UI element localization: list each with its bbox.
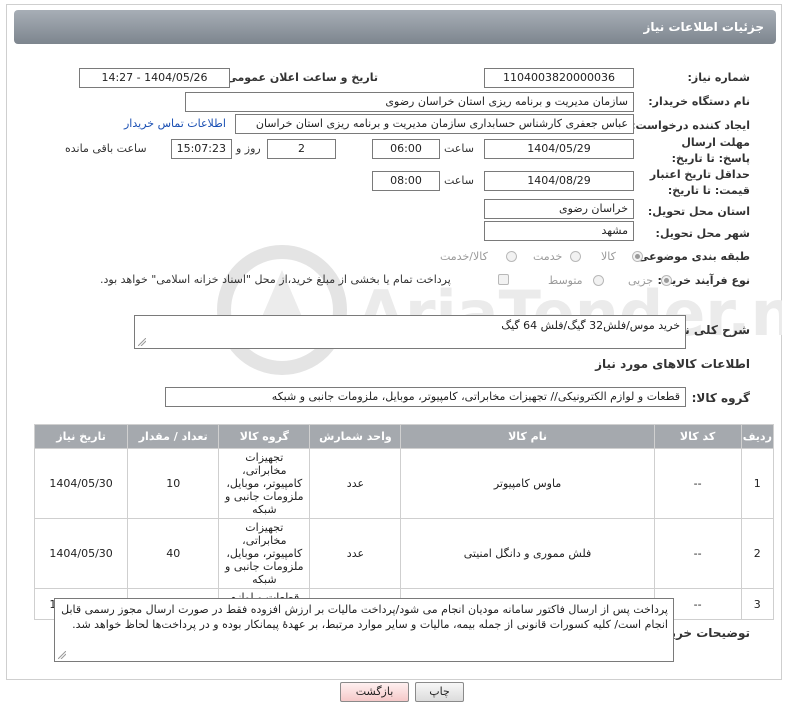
buyer-notes-text: پرداخت پس از ارسال فاکتور سامانه مودیان …: [61, 603, 668, 631]
subject-category-label: طبقه بندی موضوعی:: [633, 250, 750, 263]
process-medium-label: متوسط: [548, 274, 583, 287]
cell-goods-name: فلش مموری و دانگل امنیتی: [400, 518, 655, 589]
remaining-time-field[interactable]: 15:07:23: [171, 139, 232, 159]
goods-group-field[interactable]: قطعات و لوازم الکترونیکی// تجهیزات مخابر…: [165, 387, 686, 407]
category-goods-label: کالا: [601, 250, 616, 263]
min-validity-label: حداقل تاریخ اعتبار قیمت: تا تاریخ:: [649, 168, 750, 197]
delivery-city-field[interactable]: مشهد: [484, 221, 634, 241]
cell-unit: عدد: [309, 518, 402, 589]
announce-datetime-field[interactable]: 1404/05/26 - 14:27: [79, 68, 230, 88]
cell-quantity: 10: [127, 448, 220, 519]
header-need-date: تاریخ نیاز: [33, 424, 129, 449]
category-service-label: خدمت: [533, 250, 563, 263]
cell-row-number: 2: [740, 518, 775, 589]
general-description-field[interactable]: خرید موس/فلش32 گیگ/فلش 64 گیگ: [134, 315, 686, 349]
process-minor-label: جزیی: [628, 274, 654, 287]
category-goods-radio[interactable]: [632, 251, 643, 262]
cell-goods-name: ماوس کامپیوتر: [400, 448, 655, 519]
header-quantity: تعداد / مقدار: [127, 424, 220, 449]
deadline-date-field[interactable]: 1404/05/29: [484, 139, 634, 159]
cell-goods-group: تجهیزات مخابراتی، کامپیوتر، موبایل، ملزو…: [218, 518, 311, 589]
general-description-text: خرید موس/فلش32 گیگ/فلش 64 گیگ: [501, 319, 680, 332]
min-validity-date-field[interactable]: 1404/08/29: [484, 171, 634, 191]
buyer-org-field[interactable]: سازمان مدیریت و برنامه ریزی استان خراسان…: [185, 92, 634, 112]
need-number-label: شماره نیاز:: [687, 71, 750, 84]
treasury-bonds-checkbox[interactable]: [498, 274, 509, 285]
requester-field[interactable]: عباس جعفری کارشناس حسابداری سازمان مدیری…: [235, 114, 634, 134]
deadline-time-label: ساعت: [444, 142, 474, 155]
requester-label: ایجاد کننده درخواست:: [631, 119, 750, 132]
table-row: 2 -- فلش مموری و دانگل امنیتی عدد تجهیزا…: [33, 518, 775, 589]
deadline-label: مهلت ارسال پاسخ: تا تاریخ:: [671, 136, 750, 165]
cell-goods-code: --: [653, 518, 742, 589]
cell-need-date: 1404/05/30: [33, 448, 129, 519]
page-title: جزئیات اطلاعات نیاز: [14, 10, 776, 44]
cell-need-date: 1404/05/30: [33, 518, 129, 589]
table-row: 1 -- ماوس کامپیوتر عدد تجهیزات مخابراتی،…: [33, 448, 775, 519]
buyer-org-label: نام دستگاه خریدار:: [648, 95, 750, 108]
resize-grip-icon[interactable]: [138, 338, 146, 346]
cell-goods-group: تجهیزات مخابراتی، کامپیوتر، موبایل، ملزو…: [218, 448, 311, 519]
buyer-notes-field[interactable]: پرداخت پس از ارسال فاکتور سامانه مودیان …: [54, 598, 674, 662]
header-goods-group: گروه کالا: [218, 424, 311, 449]
goods-table: ردیف کد کالا نام کالا واحد شمارش گروه کا…: [33, 424, 775, 620]
buyer-contact-link[interactable]: اطلاعات تماس خریدار: [124, 117, 226, 130]
process-medium-radio[interactable]: [593, 275, 604, 286]
header-unit: واحد شمارش: [309, 424, 402, 449]
cell-goods-code: --: [653, 448, 742, 519]
goods-table-header: ردیف کد کالا نام کالا واحد شمارش گروه کا…: [33, 424, 775, 449]
cell-quantity: 40: [127, 518, 220, 589]
remaining-time-label: ساعت باقی مانده: [65, 142, 147, 155]
header-row-number: ردیف: [740, 424, 775, 449]
delivery-province-field[interactable]: خراسان رضوی: [484, 199, 634, 219]
cell-row-number: 1: [740, 448, 775, 519]
process-minor-radio[interactable]: [661, 275, 672, 286]
need-number-field[interactable]: 1104003820000036: [484, 68, 634, 88]
header-goods-name: نام کالا: [400, 424, 655, 449]
delivery-province-label: استان محل تحویل:: [647, 205, 750, 218]
resize-grip-icon[interactable]: [58, 651, 66, 659]
category-goods-service-label: کالا/خدمت: [440, 250, 488, 263]
deadline-days-field[interactable]: 2: [267, 139, 336, 159]
treasury-bonds-text: پرداخت تمام یا بخشی از مبلغ خرید،از محل …: [100, 273, 451, 286]
goods-group-label: گروه کالا:: [691, 391, 750, 405]
deadline-days-label: روز و: [236, 142, 261, 155]
cell-unit: عدد: [309, 448, 402, 519]
header-goods-code: کد کالا: [653, 424, 742, 449]
min-validity-time-label: ساعت: [444, 174, 474, 187]
back-button[interactable]: بازگشت: [340, 682, 409, 702]
deadline-time-field[interactable]: 06:00: [372, 139, 440, 159]
print-button[interactable]: چاپ: [415, 682, 464, 702]
category-goods-service-radio[interactable]: [506, 251, 517, 262]
cell-row-number: 3: [740, 588, 775, 620]
delivery-city-label: شهر محل تحویل:: [655, 227, 750, 240]
min-validity-time-field[interactable]: 08:00: [372, 171, 440, 191]
category-service-radio[interactable]: [570, 251, 581, 262]
announce-datetime-label: تاریخ و ساعت اعلان عمومی:: [221, 71, 378, 84]
goods-section-title: اطلاعات کالاهای مورد نیاز: [595, 357, 750, 371]
